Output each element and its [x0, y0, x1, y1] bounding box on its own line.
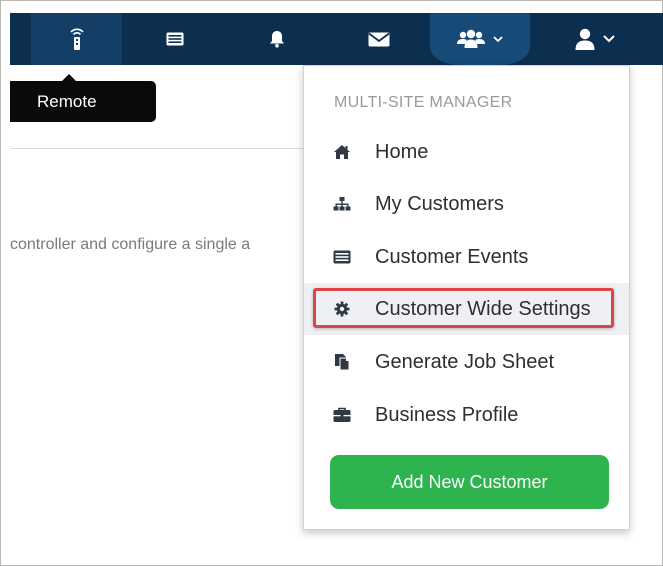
menu-item-generate-job-sheet[interactable]: Generate Job Sheet: [304, 336, 629, 388]
nav-multi-site-button[interactable]: [430, 13, 530, 65]
menu-item-home[interactable]: Home: [304, 126, 629, 178]
page-body-text: controller and configure a single a: [10, 236, 251, 253]
nav-messages-button[interactable]: [362, 13, 396, 65]
events-icon: [166, 32, 184, 46]
chevron-down-icon: [603, 35, 615, 43]
nav-user-menu-button[interactable]: [562, 13, 628, 65]
top-navbar: [10, 13, 663, 65]
remote-icon: [69, 28, 84, 50]
menu-item-label: Customer Events: [375, 245, 529, 268]
menu-item-label: Customer Wide Settings: [375, 297, 591, 320]
users-icon: [457, 29, 485, 48]
home-icon: [332, 142, 352, 162]
nav-notifications-button[interactable]: [262, 13, 292, 65]
copy-icon: [332, 352, 352, 372]
add-new-customer-button[interactable]: Add New Customer: [330, 455, 609, 509]
menu-item-customer-wide-settings[interactable]: Customer Wide Settings: [304, 283, 629, 335]
gear-icon: [332, 299, 352, 319]
menu-item-label: Generate Job Sheet: [375, 350, 555, 373]
menu-item-label: Business Profile: [375, 403, 519, 426]
sitemap-icon: [332, 194, 352, 214]
menu-item-my-customers[interactable]: My Customers: [304, 178, 629, 230]
nav-events-button[interactable]: [158, 13, 192, 65]
briefcase-icon: [332, 405, 352, 425]
content-divider: [10, 148, 305, 149]
menu-item-label: My Customers: [375, 192, 504, 215]
user-icon: [575, 28, 595, 50]
bell-icon: [270, 31, 284, 48]
menu-item-business-profile[interactable]: Business Profile: [304, 389, 629, 441]
menu-item-customer-events[interactable]: Customer Events: [304, 231, 629, 283]
nav-remote-button[interactable]: [31, 13, 122, 65]
tooltip-label: Remote: [37, 91, 97, 111]
chevron-down-icon: [493, 35, 503, 42]
multi-site-dropdown: MULTI-SITE MANAGER Home My Customers Cus…: [303, 65, 630, 530]
remote-tooltip: Remote: [10, 81, 156, 122]
dropdown-header: MULTI-SITE MANAGER: [334, 94, 513, 111]
mail-icon: [368, 32, 390, 46]
list-icon: [332, 247, 352, 267]
menu-item-label: Home: [375, 140, 429, 163]
